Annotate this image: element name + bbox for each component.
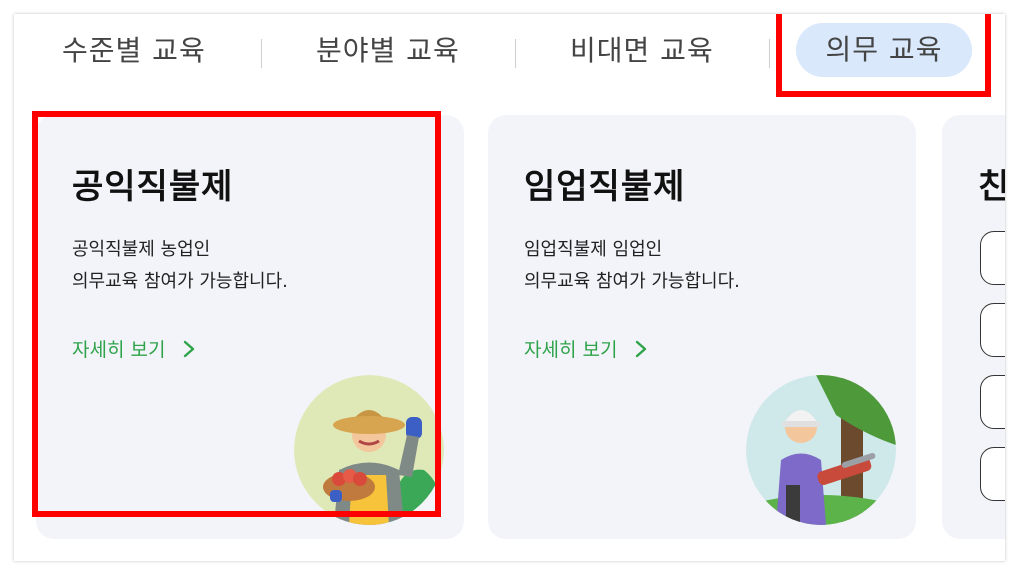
view-details-link[interactable]: 자세히 보기 <box>524 335 651 362</box>
card-description: 임업직불제 임업인 의무교육 참여가 가능합니다. <box>524 234 740 298</box>
card-option-button[interactable] <box>980 375 1005 429</box>
tab-divider <box>515 39 516 68</box>
card-description: 공익직불제 농업인 의무교육 참여가 가능합니다. <box>72 234 288 298</box>
card-desc-line: 의무교육 참여가 가능합니다. <box>524 271 740 292</box>
farmer-illustration <box>294 375 444 525</box>
forester-illustration <box>746 375 896 525</box>
chevron-right-icon <box>636 340 647 357</box>
tab-divider <box>769 39 770 68</box>
tab-level-education[interactable]: 수준별 교육 <box>62 23 206 79</box>
card-public-direct-payment[interactable]: 공익직불제 공익직불제 농업인 의무교육 참여가 가능합니다. 자세히 보기 <box>36 115 464 539</box>
view-details-label: 자세히 보기 <box>524 339 618 361</box>
chevron-right-icon <box>184 340 195 357</box>
tab-field-education[interactable]: 분야별 교육 <box>316 23 460 79</box>
card-partial[interactable]: 친 <box>942 115 1005 539</box>
card-desc-line: 임업직불제 임업인 <box>524 239 663 260</box>
view-details-link[interactable]: 자세히 보기 <box>72 335 199 362</box>
card-option-button[interactable] <box>980 303 1005 357</box>
card-desc-line: 공익직불제 농업인 <box>72 239 211 260</box>
card-desc-line: 의무교육 참여가 가능합니다. <box>72 271 288 292</box>
card-option-button[interactable] <box>980 231 1005 285</box>
tab-divider <box>261 39 262 68</box>
card-option-button[interactable] <box>980 447 1005 501</box>
view-details-label: 자세히 보기 <box>72 339 166 361</box>
card-title: 공익직불제 <box>72 167 234 207</box>
education-tabs: 수준별 교육 분야별 교육 비대면 교육 의무 교육 <box>14 14 1005 97</box>
content-frame: 수준별 교육 분야별 교육 비대면 교육 의무 교육 공익직불제 공익직불제 농… <box>14 14 1005 561</box>
card-forestry-direct-payment[interactable]: 임업직불제 임업직불제 임업인 의무교육 참여가 가능합니다. 자세히 보기 <box>488 115 916 539</box>
card-title: 친 <box>978 167 1005 207</box>
card-title: 임업직불제 <box>524 167 686 207</box>
tab-online-education[interactable]: 비대면 교육 <box>570 23 714 79</box>
tab-mandatory-education[interactable]: 의무 교육 <box>796 23 972 77</box>
